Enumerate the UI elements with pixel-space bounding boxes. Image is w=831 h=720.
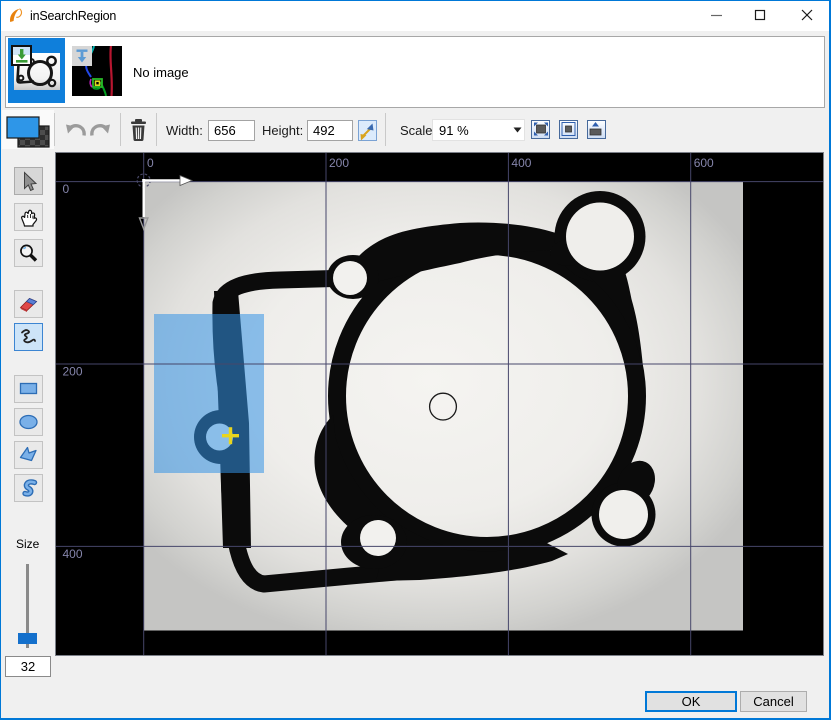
svg-text:400: 400 <box>63 547 83 561</box>
svg-text:200: 200 <box>63 364 83 378</box>
svg-text:400: 400 <box>511 156 531 170</box>
svg-text:600: 600 <box>694 156 714 170</box>
svg-text:0: 0 <box>147 156 154 170</box>
svg-text:0: 0 <box>63 182 70 196</box>
svg-text:200: 200 <box>329 156 349 170</box>
